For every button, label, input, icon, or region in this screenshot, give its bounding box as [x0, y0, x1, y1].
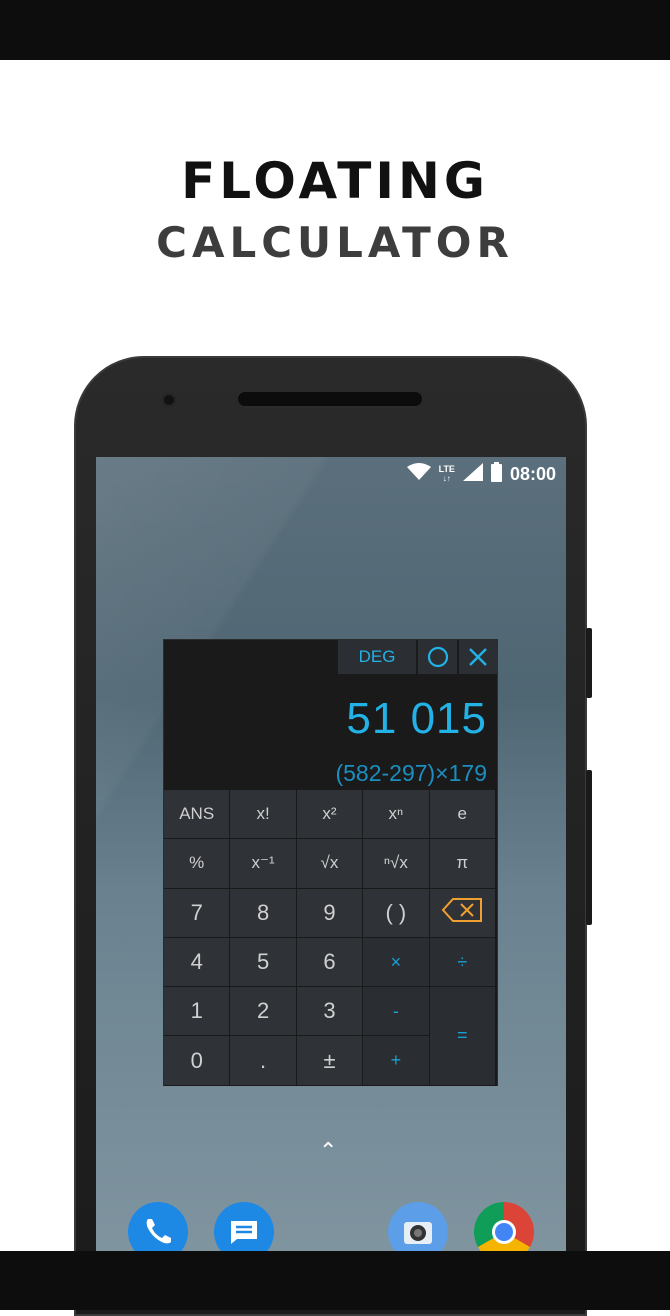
key-square[interactable]: x² [296, 790, 363, 839]
top-black-bar [0, 0, 670, 60]
promo-title-line2: CALCULATOR [156, 218, 514, 267]
result-value: 51 015 [346, 694, 487, 743]
key-4[interactable]: 4 [164, 937, 230, 987]
promo-title-line1: FLOATING [181, 152, 489, 210]
front-camera [162, 393, 176, 407]
wifi-icon [406, 462, 431, 486]
key-multiply[interactable]: × [363, 937, 429, 987]
key-ans[interactable]: ANS [164, 790, 230, 839]
signal-icon [462, 462, 483, 486]
key-subtract[interactable]: - [363, 987, 429, 1036]
key-parentheses[interactable]: ( ) [363, 888, 429, 937]
key-percent[interactable]: % [164, 839, 230, 888]
key-plus-minus[interactable]: ± [296, 1036, 363, 1085]
close-icon[interactable] [459, 640, 497, 674]
floating-calculator[interactable]: DEG 51 015 (582-297)×179 ANS x! x² xⁿ e … [163, 639, 498, 1086]
expression-text: (582-297)×179 [335, 760, 487, 786]
key-2[interactable]: 2 [230, 987, 296, 1036]
lte-indicator: LTE ↓↑ [438, 464, 455, 484]
bottom-black-bar [0, 1251, 670, 1310]
app-drawer-chevron-icon[interactable]: ⌃ [319, 1138, 337, 1164]
key-nth-root[interactable]: ⁿ√x [363, 839, 429, 888]
key-power[interactable]: xⁿ [363, 790, 429, 839]
key-1[interactable]: 1 [164, 987, 230, 1036]
backspace-button[interactable] [429, 888, 495, 937]
battery-icon [490, 461, 502, 487]
key-add[interactable]: + [363, 1036, 429, 1085]
earpiece-speaker [236, 390, 424, 408]
minimize-circle-icon[interactable] [418, 640, 457, 674]
key-factorial[interactable]: x! [230, 790, 296, 839]
key-5[interactable]: 5 [230, 937, 296, 987]
status-bar: LTE ↓↑ 08:00 [406, 461, 556, 487]
calculator-display: 51 015 (582-297)×179 [164, 674, 497, 790]
volume-button [586, 770, 592, 925]
key-6[interactable]: 6 [296, 937, 363, 987]
key-reciprocal[interactable]: x⁻¹ [230, 839, 296, 888]
key-3[interactable]: 3 [296, 987, 363, 1036]
key-divide[interactable]: ÷ [429, 937, 495, 987]
key-8[interactable]: 8 [230, 888, 296, 937]
key-sqrt[interactable]: √x [296, 839, 363, 888]
backspace-icon [441, 897, 483, 928]
status-time: 08:00 [509, 463, 556, 484]
calculator-toolbar: DEG [338, 640, 497, 674]
power-button [586, 628, 592, 698]
key-7[interactable]: 7 [164, 888, 230, 937]
key-9[interactable]: 9 [296, 888, 363, 937]
key-decimal[interactable]: . [230, 1036, 296, 1085]
key-equals[interactable]: = [429, 987, 495, 1085]
angle-mode-button[interactable]: DEG [338, 640, 416, 674]
key-0[interactable]: 0 [164, 1036, 230, 1085]
keypad: ANS x! x² xⁿ e % x⁻¹ √x ⁿ√x π 7 8 9 ( ) … [164, 790, 497, 1086]
key-e[interactable]: e [429, 790, 495, 839]
key-pi[interactable]: π [429, 839, 495, 888]
